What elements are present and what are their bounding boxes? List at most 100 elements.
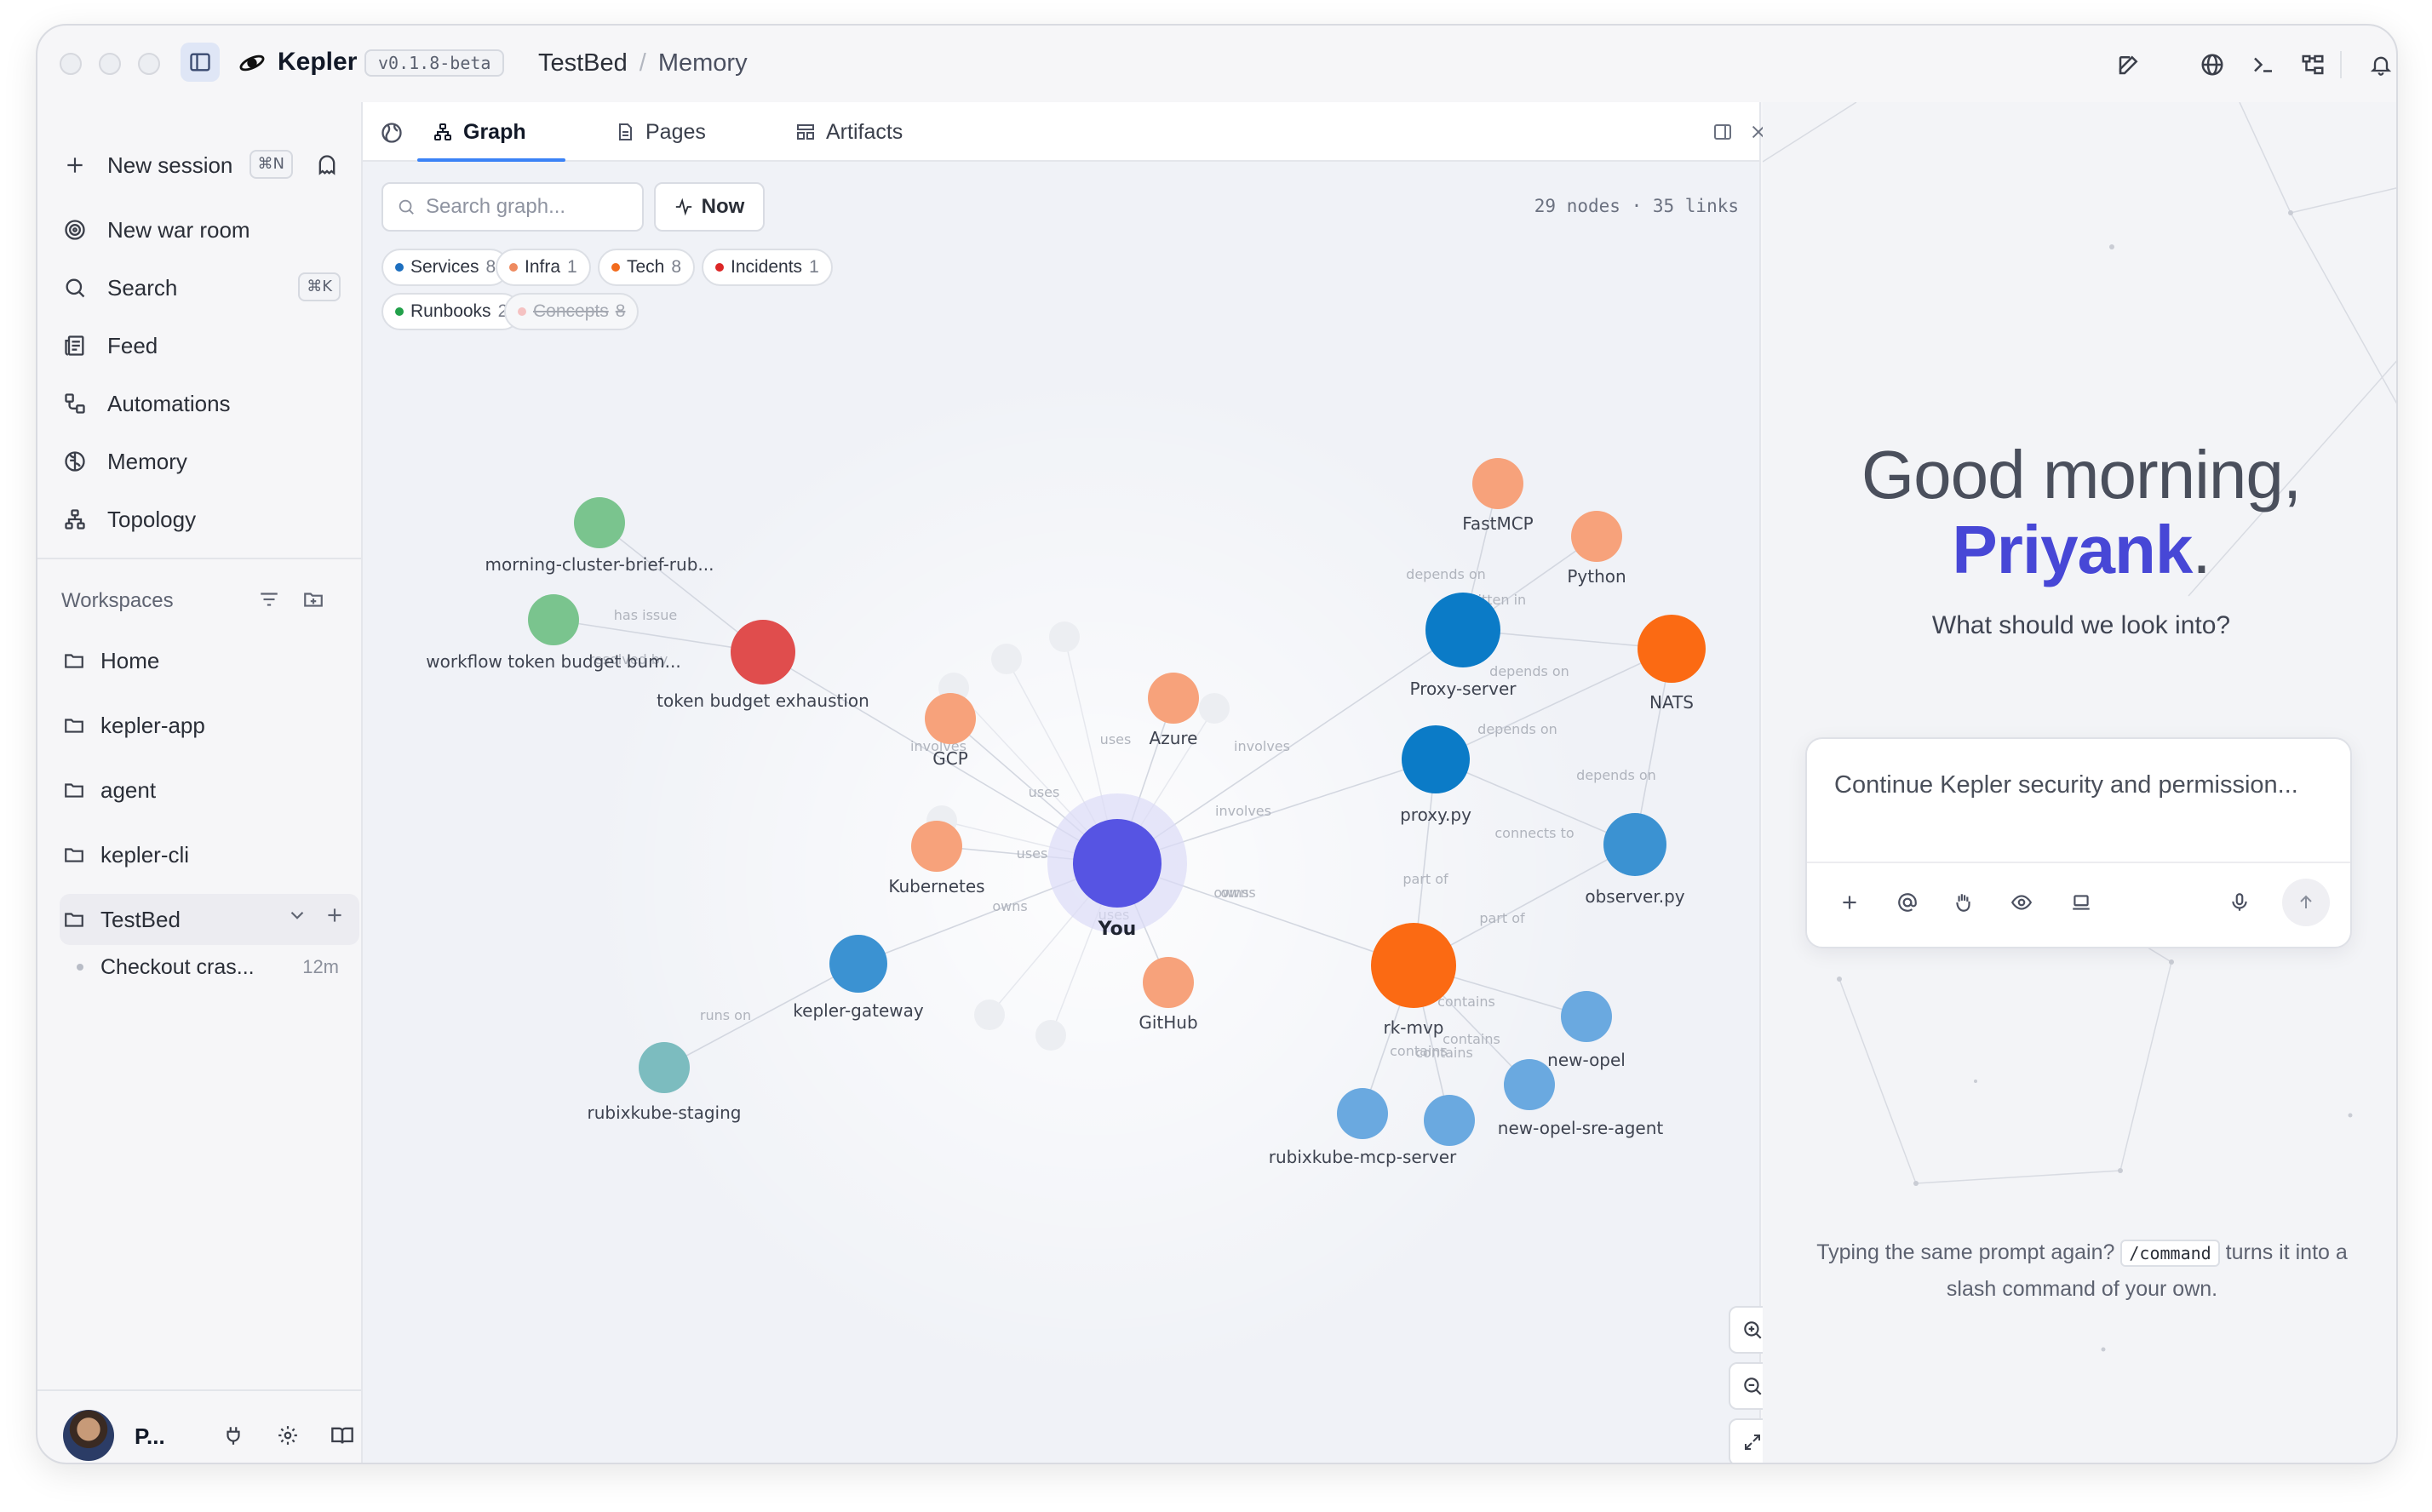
filter-chip-tech[interactable]: Tech 8 (598, 249, 696, 286)
graph-panel: Graph Pages Artifacts depends on written … (361, 102, 1776, 1464)
book-icon (331, 1427, 353, 1444)
graph-node-fastmcp[interactable] (1472, 458, 1523, 509)
graph-node-tokenbudget[interactable] (731, 620, 795, 684)
workspace-home[interactable]: Home (60, 635, 359, 686)
filter-chip-services[interactable]: Services 8 (381, 249, 510, 286)
graph-node-rkmvp[interactable] (1371, 923, 1456, 1008)
filter-workspaces-button[interactable] (254, 584, 284, 615)
globe-button[interactable] (2195, 48, 2229, 82)
zoom-out-icon (1744, 1377, 1762, 1395)
chip-color-dot (395, 307, 404, 316)
graph-node-staging[interactable] (639, 1042, 690, 1093)
sidebar-toggle-button[interactable] (181, 43, 220, 82)
tree-view-button[interactable] (2296, 48, 2330, 82)
window-close-light[interactable] (60, 53, 82, 75)
graph-node-observer[interactable] (1603, 813, 1666, 876)
tab-pages[interactable]: Pages (615, 102, 706, 162)
arrow-up-icon (2300, 895, 2312, 908)
plus-icon[interactable] (324, 904, 346, 926)
graph-node-label: rubixkube-staging (588, 1102, 742, 1123)
sidebar-item-feed[interactable]: Feed (60, 322, 359, 369)
graph-node-newopelsre[interactable] (1504, 1059, 1555, 1110)
graph-node-rubixmcp2[interactable] (1424, 1095, 1475, 1146)
chevron-down-icon[interactable] (286, 904, 308, 926)
session-item[interactable]: Checkout cras... 12m (77, 947, 358, 988)
notifications-button[interactable] (2364, 48, 2396, 82)
graph-node-proxypy[interactable] (1402, 725, 1470, 793)
graph-node-gcp[interactable] (925, 693, 976, 744)
chat-panel: Good morning, Priyank. What should we lo… (1763, 102, 2396, 1463)
graph-canvas[interactable]: depends on written in depends on depends on… (363, 163, 1776, 1464)
graph-node-morning[interactable] (574, 497, 625, 548)
graph-node-faint[interactable] (1035, 1020, 1066, 1051)
plugins-button[interactable] (218, 1420, 249, 1451)
graph-node-proxyserver[interactable] (1425, 593, 1500, 667)
settings-button[interactable] (272, 1420, 303, 1451)
graph-node-python[interactable] (1571, 511, 1622, 562)
sidebar-item-memory[interactable]: Memory (60, 438, 359, 485)
graph-node-label: proxy.py (1400, 805, 1471, 825)
sidebar-item-label: Feed (107, 332, 158, 358)
graph-node-you[interactable] (1073, 819, 1162, 908)
workspace-testbed[interactable]: TestBed (60, 894, 359, 945)
new-workspace-button[interactable] (298, 584, 329, 615)
graph-node-gateway[interactable] (829, 935, 887, 993)
sidebar-item-topology[interactable]: Topology (60, 495, 359, 543)
sidebar-item-new-war-room[interactable]: New war room (60, 206, 359, 254)
compose-button[interactable] (2112, 48, 2146, 82)
folder-icon (60, 650, 89, 672)
terminal-button[interactable] (2246, 48, 2280, 82)
user-name[interactable]: P... (135, 1423, 165, 1450)
filter-chip-runbooks[interactable]: Runbooks 2 (381, 293, 522, 330)
graph-search-input[interactable]: Search graph... (381, 182, 644, 232)
knowledge-globe-button[interactable] (376, 117, 407, 148)
session-time: 12m (302, 956, 339, 977)
workspace-kepler-app[interactable]: kepler-app (60, 700, 359, 751)
docs-button[interactable] (327, 1420, 358, 1451)
tip-text: Typing the same prompt again? /command t… (1814, 1234, 2350, 1307)
avatar[interactable] (63, 1410, 114, 1461)
filter-chip-incidents[interactable]: Incidents 1 (702, 249, 833, 286)
skills-button[interactable] (1948, 887, 1979, 918)
chip-label: Services (410, 257, 479, 277)
graph-node-newopel[interactable] (1561, 991, 1612, 1042)
send-button[interactable] (2282, 879, 2330, 926)
sidebar-item-automations[interactable]: Automations (60, 380, 359, 427)
graph-node-faint[interactable] (1199, 693, 1230, 724)
split-view-button[interactable] (1708, 117, 1737, 146)
graph-node-azure[interactable] (1148, 673, 1199, 724)
now-button[interactable]: Now (654, 182, 765, 232)
window-minimize-light[interactable] (99, 53, 121, 75)
breadcrumb-workspace[interactable]: TestBed (538, 49, 628, 77)
now-label: Now (701, 195, 745, 218)
graph-node-kubernetes[interactable] (911, 821, 962, 872)
graph-node-label: Kubernetes (888, 876, 984, 896)
watch-button[interactable] (2006, 887, 2037, 918)
tab-artifacts[interactable]: Artifacts (795, 102, 903, 162)
mention-button[interactable] (1892, 887, 1923, 918)
workspace-kepler-cli[interactable]: kepler-cli (60, 829, 359, 880)
environment-button[interactable] (2066, 887, 2096, 918)
chat-composer[interactable]: Continue Kepler security and permission.… (1805, 737, 2352, 948)
voice-input-button[interactable] (2224, 887, 2255, 918)
attach-button[interactable] (1834, 887, 1865, 918)
tab-graph[interactable]: Graph (433, 102, 526, 162)
sidebar-item-search[interactable]: Search ⌘K (60, 264, 359, 312)
window-zoom-light[interactable] (138, 53, 160, 75)
workflow-icon (60, 388, 90, 419)
filter-chip-concepts[interactable]: Concepts 8 (504, 293, 640, 330)
graph-node-rubixmcp[interactable] (1337, 1088, 1388, 1139)
graph-node-workflow[interactable] (528, 594, 579, 645)
knowledge-graph[interactable]: depends onwritten independs ondepends on… (363, 163, 1763, 1464)
ghost-mode-button[interactable] (310, 148, 344, 182)
graph-node-nats[interactable] (1638, 615, 1706, 683)
graph-node-github[interactable] (1143, 957, 1194, 1008)
graph-node-faint[interactable] (1049, 621, 1080, 652)
graph-node-faint[interactable] (991, 644, 1022, 674)
filter-chip-infra[interactable]: Infra 1 (496, 249, 591, 286)
composer-input[interactable]: Continue Kepler security and permission.… (1834, 771, 2298, 799)
workspace-agent[interactable]: agent (60, 765, 359, 816)
graph-node-faint[interactable] (974, 999, 1005, 1030)
split-view-icon (1714, 124, 1731, 140)
brain-icon (60, 446, 90, 477)
